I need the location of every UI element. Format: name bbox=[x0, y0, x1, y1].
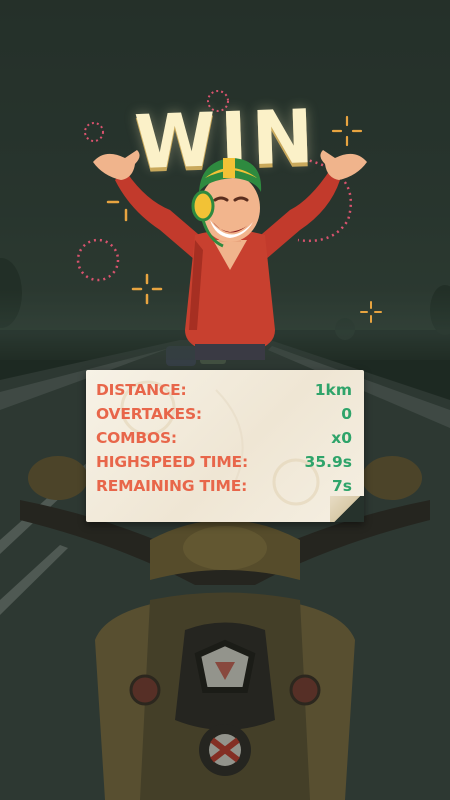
stat-value: 35.9s bbox=[304, 453, 352, 471]
stat-row-overtakes: OVERTAKES: 0 bbox=[96, 403, 352, 425]
stat-row-combos: COMBOS: x0 bbox=[96, 427, 352, 449]
stat-value: 0 bbox=[341, 405, 352, 423]
stat-label: COMBOS: bbox=[96, 429, 177, 447]
stat-label: DISTANCE: bbox=[96, 381, 187, 399]
stat-row-remaining-time: REMAINING TIME: 7s bbox=[96, 475, 352, 497]
stat-value: 1km bbox=[314, 381, 352, 399]
stat-row-highspeed-time: HIGHSPEED TIME: 35.9s bbox=[96, 451, 352, 473]
stat-row-distance: DISTANCE: 1km bbox=[96, 379, 352, 401]
character-celebrating bbox=[93, 150, 367, 360]
stat-label: OVERTAKES: bbox=[96, 405, 202, 423]
stat-label: REMAINING TIME: bbox=[96, 477, 248, 495]
results-card: DISTANCE: 1km OVERTAKES: 0 COMBOS: x0 HI… bbox=[86, 370, 364, 522]
paper-curl bbox=[330, 496, 364, 522]
stat-value: 7s bbox=[331, 477, 352, 495]
stat-label: HIGHSPEED TIME: bbox=[96, 453, 248, 471]
stat-value: x0 bbox=[331, 429, 352, 447]
